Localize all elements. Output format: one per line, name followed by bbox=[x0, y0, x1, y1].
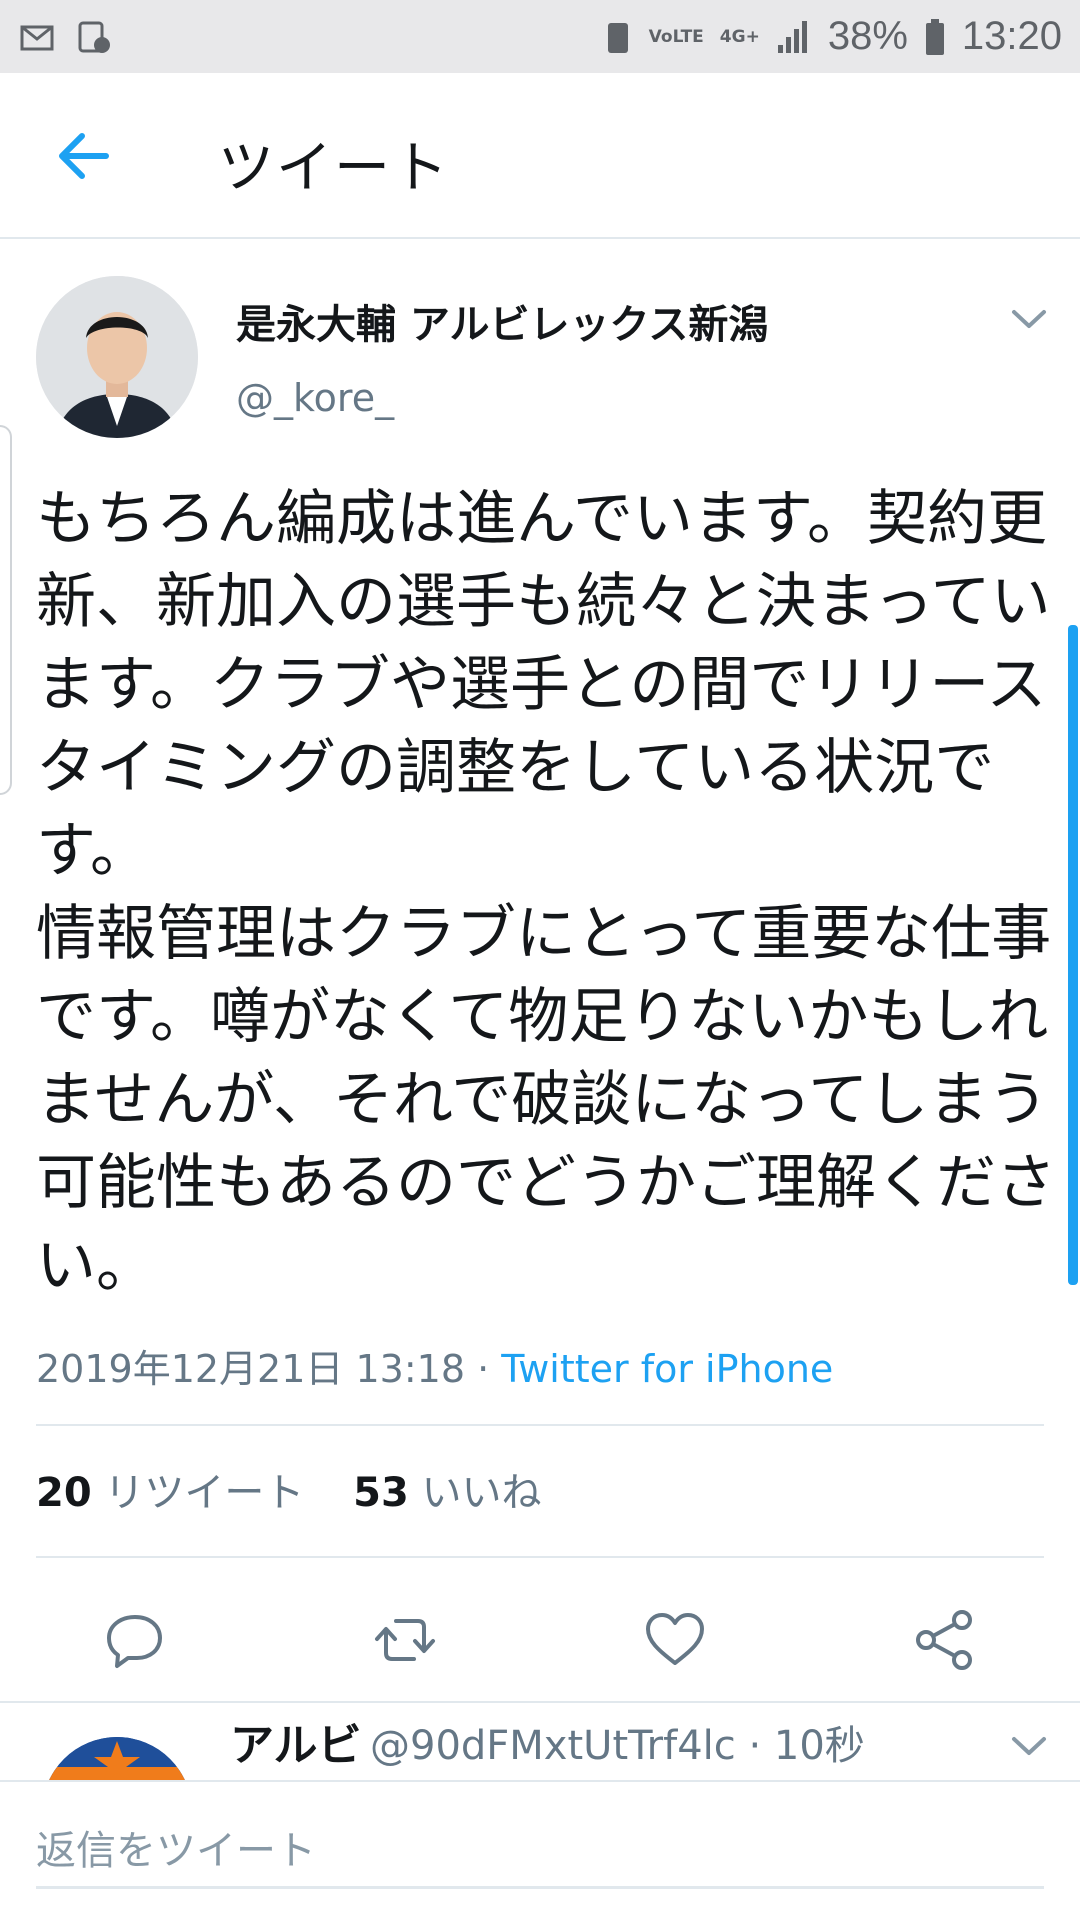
battery-icon bbox=[925, 18, 944, 55]
reply-handle-time[interactable]: @90dFMxtUtTrf4lc · 10秒 bbox=[370, 1713, 865, 1771]
mail-notification-icon bbox=[20, 25, 54, 50]
battery-percent: 38% bbox=[827, 14, 908, 58]
retweet-label[interactable]: リツイート bbox=[104, 1470, 304, 1516]
heart-icon bbox=[646, 1613, 704, 1665]
tweet-timestamp: 2019年12月21日 13:18 bbox=[36, 1347, 466, 1391]
chevron-down-icon[interactable] bbox=[1010, 1733, 1048, 1759]
volte-indicator: VoLTE bbox=[648, 26, 704, 47]
reply-composer bbox=[0, 1780, 1080, 1920]
divider bbox=[36, 1556, 1044, 1558]
drawer-edge[interactable] bbox=[0, 425, 12, 795]
display-name[interactable]: 是永大輔 アルビレックス新潟 bbox=[236, 292, 768, 350]
tweet-source-link[interactable]: Twitter for iPhone bbox=[501, 1347, 833, 1391]
like-count[interactable]: 53 bbox=[353, 1470, 409, 1516]
tweet-actions bbox=[0, 1595, 1080, 1695]
reply-button[interactable] bbox=[102, 1607, 168, 1673]
retweet-icon bbox=[375, 1619, 435, 1661]
scrollbar[interactable] bbox=[1068, 625, 1078, 1285]
app-bar: ツイート bbox=[0, 73, 1080, 239]
network-type: 4G+ bbox=[719, 26, 760, 47]
reply-display-name[interactable]: アルビ bbox=[230, 1709, 362, 1773]
user-handle[interactable]: @_kore_ bbox=[236, 376, 394, 420]
engagement-counts: 20 リツイート 53 いいね bbox=[36, 1460, 578, 1518]
divider bbox=[36, 1424, 1044, 1426]
share-button[interactable] bbox=[912, 1607, 978, 1673]
arrow-left-icon bbox=[59, 133, 109, 179]
tweet-meta: 2019年12月21日 13:18 · Twitter for iPhone bbox=[36, 1338, 833, 1393]
reply-input[interactable] bbox=[36, 1816, 1044, 1889]
retweet-count[interactable]: 20 bbox=[36, 1470, 92, 1516]
recycle-icon bbox=[607, 22, 628, 53]
avatar[interactable] bbox=[36, 276, 198, 438]
like-button[interactable] bbox=[642, 1607, 708, 1673]
more-options-button[interactable] bbox=[1010, 306, 1048, 332]
reply-icon bbox=[107, 1615, 162, 1668]
user-avatar-image bbox=[36, 276, 198, 438]
like-label[interactable]: いいね bbox=[422, 1470, 542, 1516]
signal-icon bbox=[777, 20, 807, 53]
page-title: ツイート bbox=[218, 136, 450, 201]
retweet-button[interactable] bbox=[372, 1607, 438, 1673]
status-bar: VoLTE 4G+ 38% 13:20 bbox=[0, 0, 1080, 73]
reply-tweet-preview[interactable]: アルビ @90dFMxtUtTrf4lc · 10秒 bbox=[0, 1703, 1080, 1783]
reply-avatar-image bbox=[42, 1737, 192, 1783]
clock: 13:20 bbox=[961, 14, 1062, 58]
back-button[interactable] bbox=[50, 121, 120, 191]
reply-avatar[interactable] bbox=[42, 1737, 192, 1783]
calendar-notification-icon bbox=[78, 21, 110, 53]
tweet-text: もちろん編成は進んでいます。契約更新、新加入の選手も続々と決まっています。クラブ… bbox=[36, 484, 1056, 1301]
chevron-down-icon bbox=[1012, 310, 1046, 328]
meta-separator: · bbox=[465, 1347, 502, 1391]
share-icon bbox=[916, 1610, 972, 1670]
